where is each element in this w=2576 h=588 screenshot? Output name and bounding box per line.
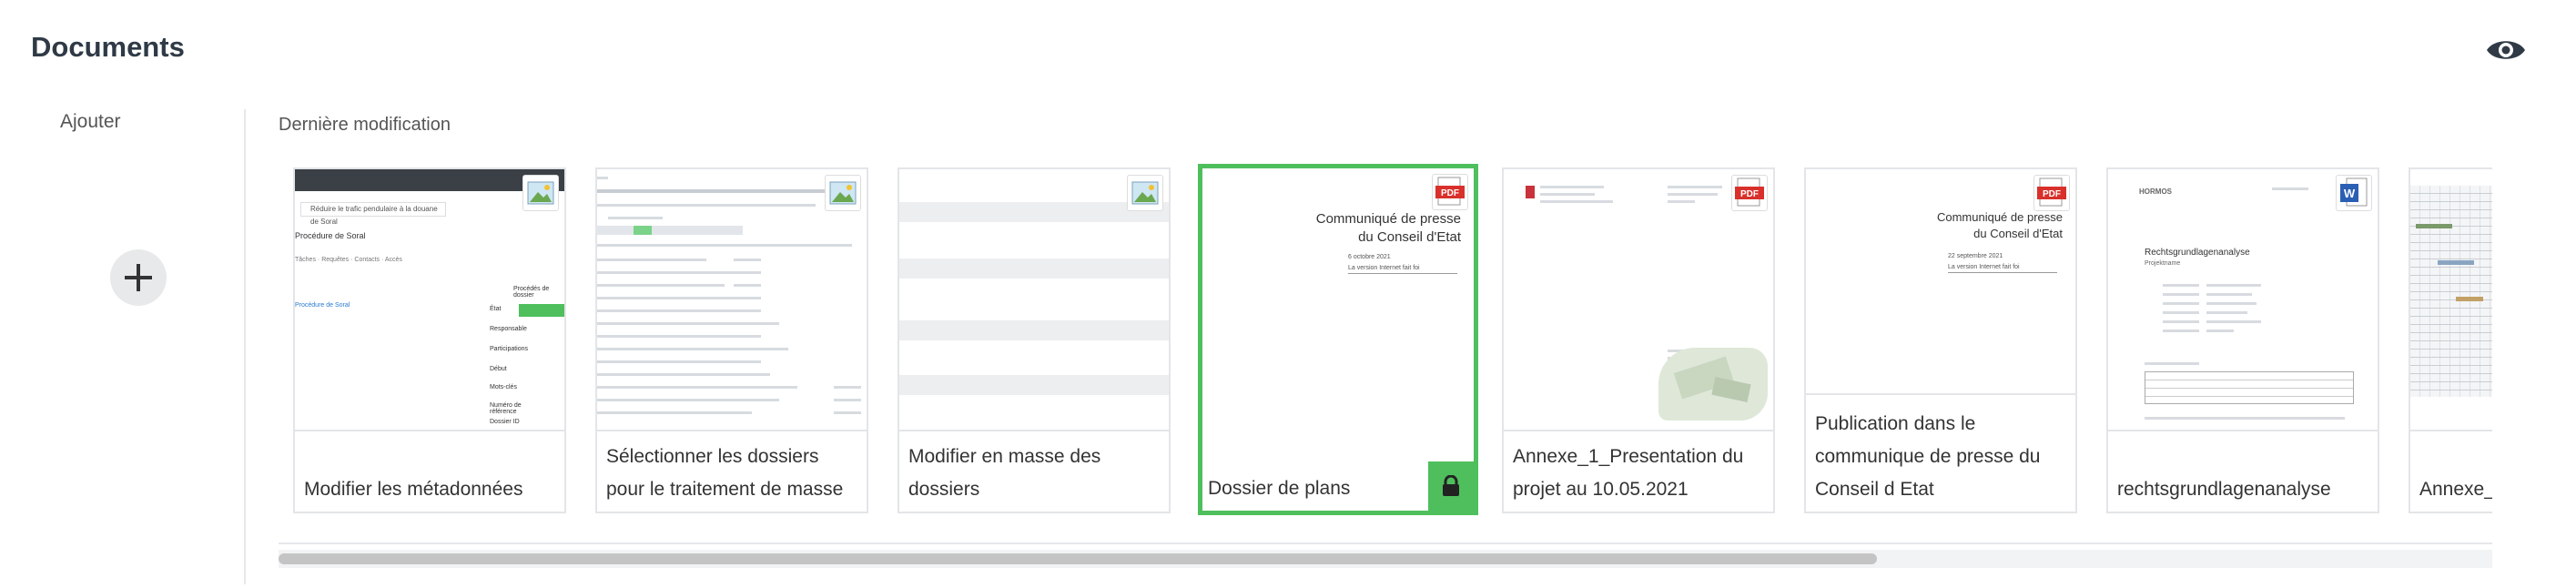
- document-thumbnail: PDF: [1504, 169, 1773, 433]
- document-card[interactable]: Communiqué de presse du Conseil d'Etat 2…: [1804, 167, 2077, 513]
- pdf-icon: PDF: [2033, 175, 2070, 211]
- svg-text:W: W: [2344, 187, 2356, 200]
- scrollbar-thumb[interactable]: [279, 553, 1877, 564]
- document-card[interactable]: PDF Annexe_1_Presentation du projet au 1…: [1502, 167, 1775, 513]
- thumb-text: Participations: [490, 346, 529, 352]
- thumb-text: La version Internet fait foi: [1948, 264, 2020, 270]
- document-thumbnail: Communiqué de presse du Conseil d'Etat 6…: [1202, 168, 1474, 432]
- documents-strip[interactable]: Réduire le trafic pendulaire à la douane…: [279, 160, 2492, 521]
- image-icon: [522, 175, 559, 211]
- thumb-text: La version Internet fait foi: [1348, 265, 1420, 271]
- add-label[interactable]: Ajouter: [60, 111, 121, 133]
- thumb-text: Requêtes: [321, 257, 350, 263]
- document-thumbnail: HORMOS Rechtsgrundlagenanalyse Projektna…: [2108, 169, 2378, 433]
- thumb-text: Accès: [384, 257, 402, 263]
- document-title: rechtsgrundlagenanalyse: [2108, 430, 2378, 512]
- document-thumbnail: [899, 169, 1169, 433]
- thumb-text: Contacts: [354, 257, 380, 263]
- thumb-text: Tâches: [295, 257, 316, 263]
- plus-icon: [125, 264, 152, 291]
- word-icon: W: [2336, 175, 2372, 211]
- thumb-text: Procédure de Soral: [295, 231, 366, 240]
- image-icon: [825, 175, 861, 211]
- document-card[interactable]: Annexe_ vaux au: [2409, 167, 2492, 513]
- document-thumbnail: Réduire le trafic pendulaire à la douane…: [295, 169, 564, 433]
- document-thumbnail: [2410, 169, 2492, 433]
- svg-text:PDF: PDF: [1740, 189, 1759, 199]
- thumb-text: HORMOS: [2139, 188, 2172, 196]
- document-title: Modifier en masse des dossiers: [899, 430, 1169, 512]
- image-icon: [1127, 175, 1163, 211]
- add-button[interactable]: [110, 249, 167, 306]
- document-card[interactable]: Réduire le trafic pendulaire à la douane…: [293, 167, 566, 513]
- svg-text:PDF: PDF: [2043, 189, 2061, 199]
- document-title: Annexe_ vaux au: [2410, 430, 2492, 512]
- document-title: Publication dans le communique de presse…: [1806, 393, 2075, 512]
- pdf-icon: PDF: [1432, 174, 1468, 210]
- document-card-selected[interactable]: Communiqué de presse du Conseil d'Etat 6…: [1198, 164, 1478, 515]
- sidebar: Ajouter: [0, 107, 244, 581]
- document-card[interactable]: Sélectionner les dossiers pour le traite…: [595, 167, 868, 513]
- thumb-text: du Conseil d'Etat: [1973, 227, 2063, 240]
- thumb-text: 22 septembre 2021: [1948, 253, 2003, 259]
- thumb-text: Numéro de référence: [490, 402, 522, 415]
- eye-icon[interactable]: [2485, 35, 2527, 66]
- thumb-text: Communiqué de presse: [1936, 210, 2063, 224]
- document-card[interactable]: HORMOS Rechtsgrundlagenanalyse Projektna…: [2106, 167, 2379, 513]
- page-title: Documents: [31, 31, 185, 63]
- document-card[interactable]: Modifier en masse des dossiers: [898, 167, 1171, 513]
- thumb-text: du Conseil d'Etat: [1358, 229, 1461, 245]
- thumb-text: Dossier ID: [490, 419, 520, 425]
- document-thumbnail: Communiqué de presse du Conseil d'Etat 2…: [1806, 169, 2075, 397]
- divider: [244, 109, 246, 584]
- lock-icon: [1428, 461, 1474, 511]
- document-title: Annexe_1_Presentation du projet au 10.05…: [1504, 430, 1773, 512]
- thumb-text: Procédure de Soral: [295, 302, 350, 309]
- thumb-text: 6 octobre 2021: [1348, 254, 1391, 260]
- thumb-text: État: [490, 306, 502, 312]
- thumb-text: Projektname: [2145, 260, 2181, 267]
- thumb-text: Responsable: [490, 326, 527, 332]
- document-thumbnail: [597, 169, 867, 433]
- thumb-text: Réduire le trafic pendulaire à la douane…: [310, 205, 438, 226]
- svg-text:PDF: PDF: [1441, 188, 1459, 198]
- section-label: Dernière modification: [279, 115, 451, 135]
- document-title: Sélectionner les dossiers pour le traite…: [597, 430, 867, 512]
- thumb-text: Communiqué de presse: [1315, 211, 1461, 227]
- thumb-text: Mots-clés: [490, 384, 517, 390]
- thumb-text: Procédés de dossier: [513, 286, 550, 299]
- thumb-text: Rechtsgrundlagenanalyse: [2145, 248, 2250, 258]
- document-title: Modifier les métadonnées: [295, 430, 564, 512]
- thumb-text: Début: [490, 366, 507, 372]
- pdf-icon: PDF: [1731, 175, 1768, 211]
- documents-header: Documents: [0, 0, 2576, 100]
- divider: [279, 542, 2492, 544]
